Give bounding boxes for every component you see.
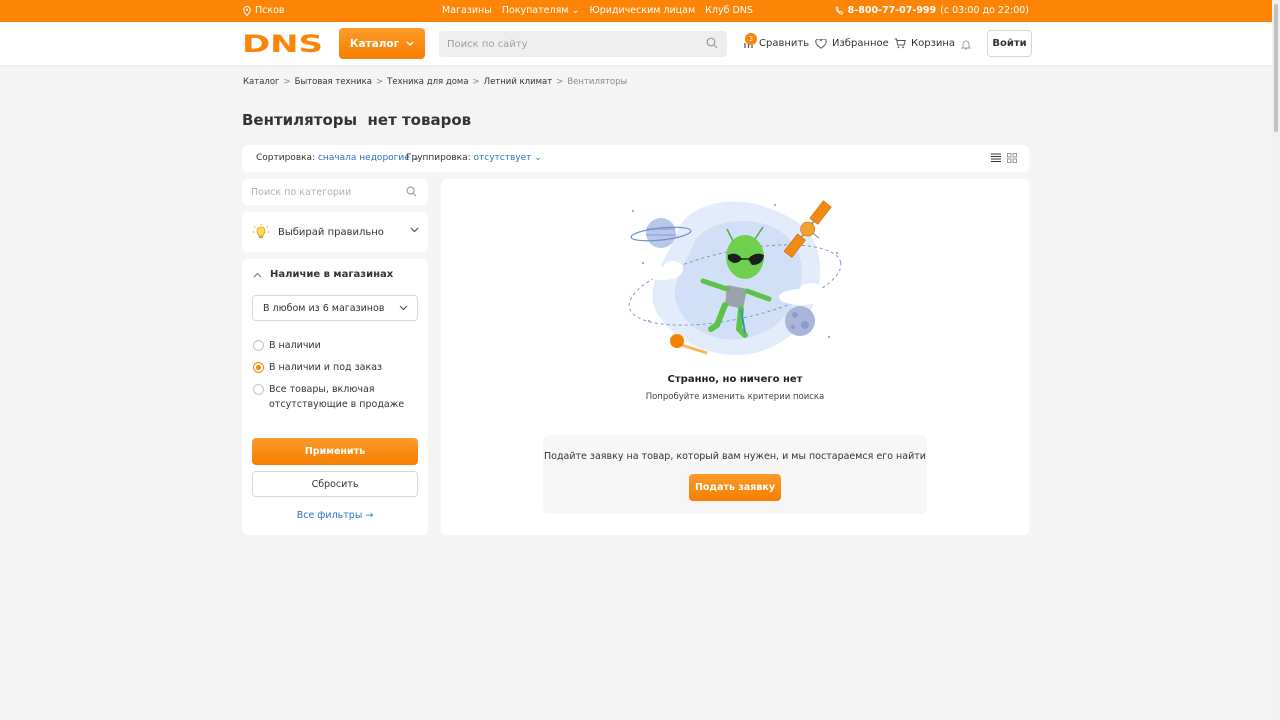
all-filters-link[interactable]: Все фильтры → xyxy=(242,510,428,521)
radio-button[interactable] xyxy=(253,384,264,395)
group-control[interactable]: Группировка: отсутствует ⌄ xyxy=(406,153,542,163)
top-link-club[interactable]: Клуб DNS xyxy=(705,5,753,16)
grid-view-icon[interactable] xyxy=(1007,153,1017,163)
lightbulb-icon xyxy=(252,223,270,239)
dns-logo[interactable]: DNS xyxy=(242,32,323,54)
breadcrumb-separator: > xyxy=(472,77,480,87)
choose-right-label: Выбирай правильно xyxy=(278,226,384,238)
compare-label: Сравнить xyxy=(759,38,810,49)
sort-label: Сортировка: xyxy=(256,153,316,163)
bell-icon[interactable] xyxy=(961,39,971,50)
chevron-down-icon xyxy=(399,305,408,311)
radio-label: Все товары, включая отсутствующие в прод… xyxy=(269,384,405,410)
catalog-button[interactable]: Каталог xyxy=(339,28,425,59)
sort-bar: Сортировка: сначала недорогие ⌄ Группиро… xyxy=(242,145,1029,172)
breadcrumb-item-catalog[interactable]: Каталог xyxy=(243,77,280,87)
location-pin-icon xyxy=(243,5,251,16)
favorites-link[interactable]: Избранное xyxy=(815,38,889,49)
radio-label: В наличии и под заказ xyxy=(269,362,383,373)
top-link-customers[interactable]: Покупателям ⌄ xyxy=(502,5,580,16)
phone-hours: (с 03:00 до 22:00) xyxy=(940,5,1029,16)
store-select-value: В любом из 6 магазинов xyxy=(263,302,385,314)
login-button[interactable]: Войти xyxy=(987,30,1032,57)
category-search xyxy=(242,179,428,205)
breadcrumb-item-home-tech[interactable]: Техника для дома xyxy=(387,77,468,87)
sort-control[interactable]: Сортировка: сначала недорогие ⌄ xyxy=(256,153,420,163)
heart-icon xyxy=(815,38,827,49)
top-info-bar: Псков Магазины Покупателям ⌄ Юридическим… xyxy=(0,0,1272,22)
top-link-business[interactable]: Юридическим лицам xyxy=(589,5,695,16)
top-link-stores[interactable]: Магазины xyxy=(442,5,492,16)
product-list-empty: Странно, но ничего нет Попробуйте измени… xyxy=(441,179,1029,535)
breadcrumb-separator: > xyxy=(376,77,384,87)
cart-label: Корзина xyxy=(911,38,956,49)
alien-astronaut-illustration xyxy=(628,200,842,355)
site-header: DNS Каталог Сравнить Избранное Корзина В… xyxy=(0,22,1272,65)
reset-button[interactable]: Сбросить xyxy=(252,471,418,497)
catalog-label: Каталог xyxy=(349,37,400,50)
logo-text: DNS xyxy=(242,32,323,54)
chevron-down-icon: ⌄ xyxy=(534,153,542,163)
radio-in-stock-and-order[interactable]: В наличии и под заказ xyxy=(253,360,382,375)
scrollbar-thumb[interactable] xyxy=(1274,4,1278,132)
group-value: отсутствует xyxy=(473,153,532,163)
radio-button-selected[interactable] xyxy=(253,362,264,373)
store-select[interactable]: В любом из 6 магазинов xyxy=(252,295,418,321)
radio-in-stock[interactable]: В наличии xyxy=(253,338,321,353)
phone-icon xyxy=(835,6,843,15)
group-label: Группировка: xyxy=(406,153,471,163)
site-search xyxy=(439,31,727,57)
availability-filter-title: Наличие в магазинах xyxy=(270,269,394,280)
chevron-down-icon xyxy=(406,41,414,46)
search-input[interactable] xyxy=(439,31,689,57)
availability-filter-header[interactable]: Наличие в магазинах xyxy=(253,269,393,280)
apply-button[interactable]: Применить xyxy=(252,438,418,465)
search-icon[interactable] xyxy=(406,186,417,197)
city-selector[interactable]: Псков xyxy=(243,5,285,16)
city-name: Псков xyxy=(255,5,285,16)
support-phone[interactable]: 8-800-77-07-999 (с 03:00 до 22:00) xyxy=(835,5,1029,16)
breadcrumb-item-fans: Вентиляторы xyxy=(567,77,628,87)
chevron-down-icon: ⌄ xyxy=(568,5,580,16)
product-request-box: Подайте заявку на товар, который вам нуж… xyxy=(543,435,927,514)
breadcrumb-item-summer-climate[interactable]: Летний климат xyxy=(484,77,553,87)
breadcrumb-separator: > xyxy=(283,77,291,87)
breadcrumb-separator: > xyxy=(556,77,564,87)
availability-filter-panel: Наличие в магазинах В любом из 6 магазин… xyxy=(242,259,428,535)
submit-request-button[interactable]: Подать заявку xyxy=(689,474,781,501)
empty-state-title: Странно, но ничего нет xyxy=(667,374,803,385)
chevron-down-icon xyxy=(410,227,419,233)
page-title: Вентиляторы нет товаров xyxy=(242,111,472,129)
compare-count-badge: 3 xyxy=(745,33,757,45)
breadcrumb-item-appliances[interactable]: Бытовая техника xyxy=(295,77,372,87)
category-search-input[interactable] xyxy=(242,179,392,205)
page-scrollbar[interactable] xyxy=(1272,0,1280,720)
empty-state-subtitle: Попробуйте изменить критерии поиска xyxy=(645,392,825,402)
list-view-icon[interactable] xyxy=(991,153,1001,162)
sort-value: сначала недорогие xyxy=(317,153,410,163)
radio-label: В наличии xyxy=(269,340,321,351)
radio-button[interactable] xyxy=(253,340,264,351)
cart-icon xyxy=(894,38,906,49)
top-links: Магазины Покупателям ⌄ Юридическим лицам… xyxy=(442,5,753,16)
chevron-up-icon xyxy=(253,272,262,277)
search-icon[interactable] xyxy=(706,37,718,49)
radio-all-products[interactable]: Все товары, включая отсутствующие в прод… xyxy=(253,382,404,412)
phone-number: 8-800-77-07-999 xyxy=(847,5,937,16)
choose-right-panel[interactable]: Выбирай правильно xyxy=(242,212,428,252)
view-switcher xyxy=(991,153,1017,163)
cart-link[interactable]: Корзина xyxy=(894,38,955,49)
product-request-text: Подайте заявку на товар, который вам нуж… xyxy=(544,451,926,462)
breadcrumb: Каталог > Бытовая техника > Техника для … xyxy=(243,77,627,87)
favorites-label: Избранное xyxy=(832,38,889,49)
